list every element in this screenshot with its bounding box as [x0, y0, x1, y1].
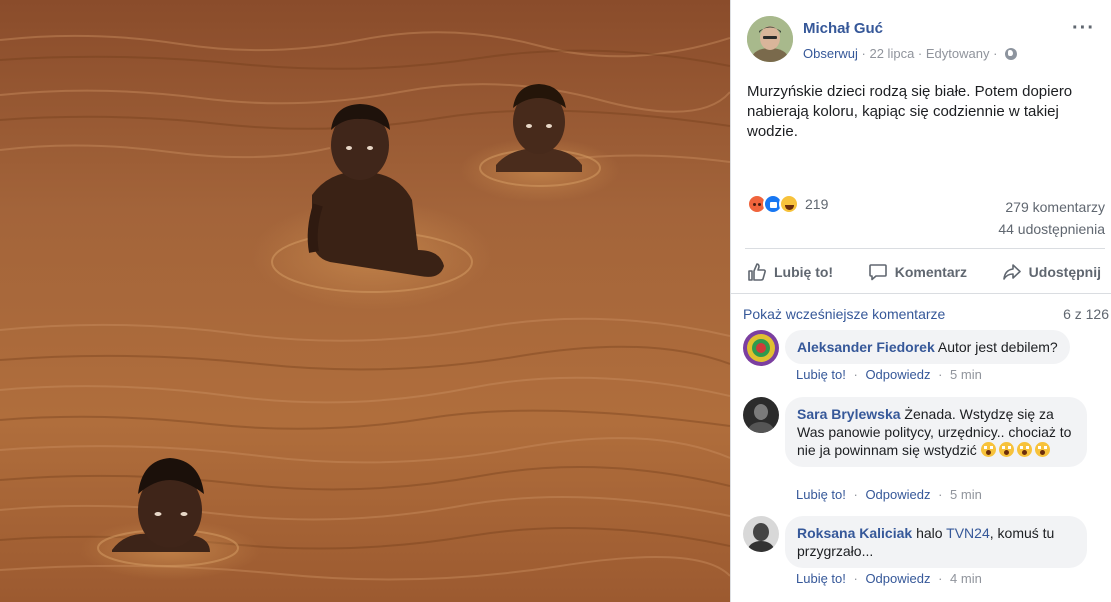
share-icon: [1002, 264, 1021, 280]
comment-bubble: Aleksander Fiedorek Autor jest debilem?: [785, 330, 1070, 364]
divider: [745, 248, 1105, 249]
commenter-avatar-image: [743, 330, 779, 366]
comment-like-link[interactable]: Lubię to!: [796, 571, 846, 586]
comment-bubble: Roksana Kaliciak halo TVN24, komuś tu pr…: [785, 516, 1087, 568]
comment-pagination-count: 6 z 126: [1063, 306, 1109, 322]
globe-icon: [1005, 48, 1018, 60]
comment-actions: Lubię to! · Odpowiedz · 5 min: [796, 367, 982, 382]
meta-separator: ·: [914, 46, 926, 61]
commenter-avatar-image: [743, 397, 779, 433]
post-date[interactable]: 22 lipca: [869, 46, 914, 61]
comment-author[interactable]: Roksana Kaliciak: [797, 525, 912, 541]
shares-count[interactable]: 44 udostępnienia: [998, 218, 1105, 240]
comment-like-link[interactable]: Lubię to!: [796, 487, 846, 502]
comment-actions: Lubię to! · Odpowiedz · 5 min: [796, 487, 982, 502]
commenter-avatar[interactable]: [743, 397, 779, 433]
comment-time[interactable]: 5 min: [950, 367, 982, 382]
comment-text: Autor jest debilem?: [937, 339, 1058, 355]
post-meta: Obserwuj · 22 lipca · Edytowany ·: [803, 46, 1018, 61]
comments-bar: Pokaż wcześniejsze komentarze 6 z 126: [743, 306, 1109, 322]
commenter-avatar-image: [743, 516, 779, 552]
divider: [731, 293, 1111, 294]
separator: ·: [849, 487, 862, 502]
meta-separator: ·: [857, 46, 870, 61]
comment-reply-link[interactable]: Odpowiedz: [865, 487, 930, 502]
comment-like-link[interactable]: Lubię to!: [796, 367, 846, 382]
like-button-label: Lubię to!: [774, 264, 834, 280]
meta-separator: ·: [989, 46, 1002, 61]
ellipsis-icon[interactable]: ···: [1072, 18, 1095, 38]
reactions-summary[interactable]: 219: [747, 193, 828, 215]
comment-reply-link[interactable]: Odpowiedz: [865, 367, 930, 382]
comment-time[interactable]: 5 min: [950, 487, 982, 502]
author-name[interactable]: Michał Guć: [803, 20, 883, 37]
comment-icon: [868, 264, 887, 281]
post-panel: Michał Guć Obserwuj · 22 lipca · Edytowa…: [730, 0, 1111, 602]
children-in-water-image: [0, 0, 730, 602]
separator: ·: [934, 571, 947, 586]
comment-time[interactable]: 4 min: [950, 571, 982, 586]
like-button[interactable]: Lubię to!: [743, 262, 837, 282]
comment-actions: Lubię to! · Odpowiedz · 4 min: [796, 571, 982, 586]
haha-reaction-icon: [779, 194, 799, 214]
share-button-label: Udostępnij: [1028, 264, 1101, 280]
commenter-avatar[interactable]: [743, 516, 779, 552]
commenter-avatar[interactable]: [743, 330, 779, 366]
astonished-emoji-icon: [1016, 442, 1032, 457]
comment-author[interactable]: Sara Brylewska: [797, 406, 901, 422]
separator: ·: [934, 367, 947, 382]
separator: ·: [849, 367, 862, 382]
mention-link[interactable]: TVN24: [946, 525, 990, 541]
show-previous-comments-link[interactable]: Pokaż wcześniejsze komentarze: [743, 306, 945, 322]
astonished-emoji-icon: [998, 442, 1014, 457]
separator: ·: [934, 487, 947, 502]
astonished-emoji-icon: [1034, 442, 1050, 457]
share-button[interactable]: Udostępnij: [998, 262, 1105, 282]
comment-author[interactable]: Aleksander Fiedorek: [797, 339, 935, 355]
astonished-emoji-icon: [980, 442, 996, 457]
comment-bubble: Sara Brylewska Żenada. Wstydzę się za Wa…: [785, 397, 1087, 467]
post-text: Murzyńskie dzieci rodzą się białe. Potem…: [747, 83, 1073, 140]
post-photo[interactable]: [0, 0, 730, 602]
comment-reply-link[interactable]: Odpowiedz: [865, 571, 930, 586]
comment-button[interactable]: Komentarz: [864, 262, 971, 282]
thumbs-up-icon: [748, 263, 766, 281]
post-actions: Lubię to! Komentarz Udostępnij: [743, 257, 1105, 287]
follow-link[interactable]: Obserwuj: [803, 46, 858, 61]
author-avatar-image: [747, 16, 793, 62]
edited-label[interactable]: Edytowany: [926, 46, 990, 61]
comments-count[interactable]: 279 komentarzy: [998, 196, 1105, 218]
separator: ·: [849, 571, 862, 586]
reaction-count: 219: [805, 196, 829, 212]
author-avatar[interactable]: [747, 16, 793, 62]
post-header: Michał Guć Obserwuj · 22 lipca · Edytowa…: [747, 16, 1101, 66]
comment-button-label: Komentarz: [894, 264, 968, 280]
engagement-counts: 279 komentarzy 44 udostępnienia: [998, 196, 1105, 240]
comment-text-start: halo: [916, 525, 947, 541]
